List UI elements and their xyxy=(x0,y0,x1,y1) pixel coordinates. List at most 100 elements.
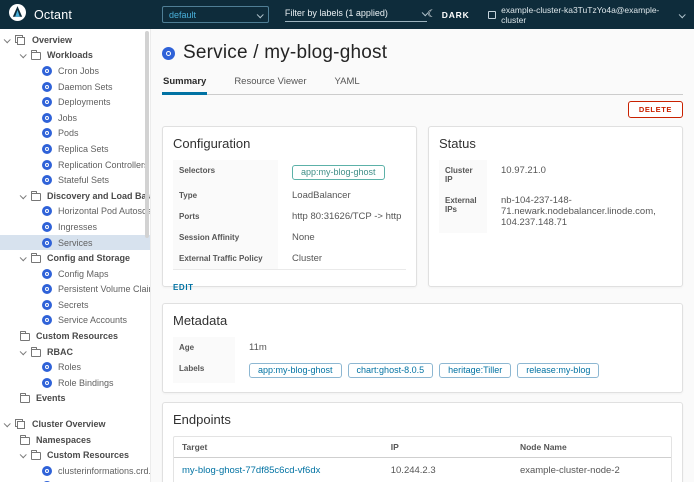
config-row-value: None xyxy=(278,227,315,248)
sidebar-item-stateful-sets[interactable]: Stateful Sets xyxy=(0,172,150,188)
sidebar-item-clusterinformations-crd-projec[interactable]: clusterinformations.crd.projec xyxy=(0,463,150,479)
sidebar-item-replication-controllers[interactable]: Replication Controllers xyxy=(0,157,150,173)
resource-icon xyxy=(42,82,52,92)
sidebar-item-events[interactable]: Events xyxy=(0,391,150,407)
metadata-label-tag[interactable]: chart:ghost-8.0.5 xyxy=(348,363,434,378)
sidebar-item-secrets[interactable]: Secrets xyxy=(0,297,150,313)
sidebar-item-discovery-and-load-balancing[interactable]: Discovery and Load Balancing xyxy=(0,188,150,204)
resource-icon xyxy=(42,300,52,310)
endpoints-column-header: Node Name xyxy=(512,437,671,458)
label-filter[interactable]: Filter by labels (1 applied) xyxy=(285,8,427,22)
sidebar-item-label: Custom Resources xyxy=(47,450,129,460)
sidebar-item-label: RBAC xyxy=(47,347,73,357)
selector-tag[interactable]: app:my-blog-ghost xyxy=(292,165,385,180)
sidebar-item-namespaces[interactable]: Namespaces xyxy=(0,432,150,448)
sidebar-item-label: Secrets xyxy=(58,300,89,310)
tab-summary[interactable]: Summary xyxy=(162,73,207,95)
sidebar-scrollbar[interactable] xyxy=(145,31,149,480)
sidebar-item-label: Events xyxy=(36,393,66,403)
sidebar-item-ingresses[interactable]: Ingresses xyxy=(0,219,150,235)
sidebar-item-label: Role Bindings xyxy=(58,378,114,388)
chevron-down-icon[interactable] xyxy=(20,50,31,60)
folder-icon xyxy=(31,52,41,60)
sidebar-item-label: Discovery and Load Balancing xyxy=(47,191,150,201)
cluster-ip-row: Cluster IP 10.97.21.0 xyxy=(439,160,672,190)
sidebar-item-label: Persistent Volume Claims xyxy=(58,284,150,294)
sidebar-item-config-maps[interactable]: Config Maps xyxy=(0,266,150,282)
metadata-label-tag[interactable]: app:my-blog-ghost xyxy=(249,363,342,378)
chevron-down-icon[interactable] xyxy=(20,191,31,201)
sidebar-item-workloads[interactable]: Workloads xyxy=(0,48,150,64)
resource-icon xyxy=(42,113,52,123)
endpoint-target-link[interactable]: my-blog-ghost-77df85c6cd-vf6dx xyxy=(182,465,320,476)
folder-icon xyxy=(31,193,41,201)
sidebar-item-custom-resources[interactable]: Custom Resources xyxy=(0,328,150,344)
sidebar-item-label: Daemon Sets xyxy=(58,82,113,92)
cluster-context-selector[interactable]: example-cluster-ka3TuTzYo4a@example-clus… xyxy=(488,5,684,25)
sidebar-item-horizontal-pod-autoscalers[interactable]: Horizontal Pod Autoscalers xyxy=(0,204,150,220)
chevron-down-icon xyxy=(257,10,262,20)
cluster-icon xyxy=(488,11,497,19)
sidebar-item-services[interactable]: Services xyxy=(0,235,150,251)
age-value: 11m xyxy=(235,337,267,358)
sidebar-item-label: Replica Sets xyxy=(58,144,109,154)
sidebar-item-cron-jobs[interactable]: Cron Jobs xyxy=(0,63,150,79)
sidebar-item-service-accounts[interactable]: Service Accounts xyxy=(0,313,150,329)
resource-icon xyxy=(42,206,52,216)
moon-icon: ☾ xyxy=(427,10,437,20)
endpoints-header-row: TargetIPNode Name xyxy=(174,437,671,458)
sidebar-item-label: Config Maps xyxy=(58,269,109,279)
sidebar-item-pods[interactable]: Pods xyxy=(0,126,150,142)
delete-button[interactable]: DELETE xyxy=(628,101,683,118)
config-selectors-value: app:my-blog-ghost xyxy=(278,160,385,185)
sidebar-item-custom-resources[interactable]: Custom Resources xyxy=(0,447,150,463)
metadata-label-tag[interactable]: heritage:Tiller xyxy=(439,363,511,378)
resource-icon xyxy=(42,466,52,476)
chevron-down-icon[interactable] xyxy=(20,347,31,357)
tab-yaml[interactable]: YAML xyxy=(333,73,360,94)
sidebar-item-label: Replication Controllers xyxy=(58,160,149,170)
sidebar-item-overview[interactable]: Overview xyxy=(0,32,150,48)
sidebar-item-jobs[interactable]: Jobs xyxy=(0,110,150,126)
sidebar-item-persistent-volume-claims[interactable]: Persistent Volume Claims xyxy=(0,282,150,298)
sidebar-item-role-bindings[interactable]: Role Bindings xyxy=(0,375,150,391)
config-rows: TypeLoadBalancerPortshttp 80:31626/TCP -… xyxy=(173,185,406,269)
namespace-selector[interactable]: default xyxy=(162,6,269,23)
edit-link[interactable]: EDIT xyxy=(173,283,194,292)
top-bar: Octant default Filter by labels (1 appli… xyxy=(0,0,694,29)
sidebar-item-label: Ingresses xyxy=(58,222,97,232)
sidebar-item-rbac[interactable]: RBAC xyxy=(0,344,150,360)
chevron-down-icon[interactable] xyxy=(20,253,31,263)
metadata-card: Metadata Age 11m Labels app:my-blog-ghos… xyxy=(162,303,683,393)
endpoints-card: Endpoints TargetIPNode Name my-blog-ghos… xyxy=(162,402,683,482)
sidebar-item-label: Cron Jobs xyxy=(58,66,99,76)
sidebar-item-label: Deployments xyxy=(58,97,111,107)
sidebar-item-daemon-sets[interactable]: Daemon Sets xyxy=(0,79,150,95)
sidebar-item-csidrivers-csi-storage-k8s-io[interactable]: csidrivers.csi.storage.k8s.io xyxy=(0,479,150,482)
status-title: Status xyxy=(439,136,672,151)
sidebar-item-label: Custom Resources xyxy=(36,331,118,341)
summary-cards-row: Configuration Selectors app:my-blog-ghos… xyxy=(162,126,683,287)
sidebar-item-roles[interactable]: Roles xyxy=(0,359,150,375)
tab-resource-viewer[interactable]: Resource Viewer xyxy=(233,73,307,94)
namespace-value: default xyxy=(169,10,196,20)
sidebar-item-config-and-storage[interactable]: Config and Storage xyxy=(0,250,150,266)
scrollbar-thumb[interactable] xyxy=(145,31,149,238)
sidebar-item-label: Config and Storage xyxy=(47,253,130,263)
sidebar-item-label: Horizontal Pod Autoscalers xyxy=(58,206,150,216)
theme-toggle[interactable]: ☾ DARK xyxy=(427,10,470,20)
metadata-title: Metadata xyxy=(173,313,672,328)
sidebar-item-deployments[interactable]: Deployments xyxy=(0,94,150,110)
page-header: Service / my-blog-ghost xyxy=(162,42,683,64)
age-label: Age xyxy=(173,337,235,358)
config-selectors-row: Selectors app:my-blog-ghost xyxy=(173,160,406,185)
config-row-value: Cluster xyxy=(278,248,322,269)
chevron-down-icon[interactable] xyxy=(4,419,15,429)
sidebar-item-cluster-overview[interactable]: Cluster Overview xyxy=(0,416,150,432)
status-card: Status Cluster IP 10.97.21.0 External IP… xyxy=(428,126,683,287)
metadata-label-tag[interactable]: release:my-blog xyxy=(517,363,599,378)
chevron-down-icon[interactable] xyxy=(20,450,31,460)
chevron-down-icon[interactable] xyxy=(4,35,15,45)
filter-label: Filter by labels (1 applied) xyxy=(285,8,388,18)
sidebar-item-replica-sets[interactable]: Replica Sets xyxy=(0,141,150,157)
